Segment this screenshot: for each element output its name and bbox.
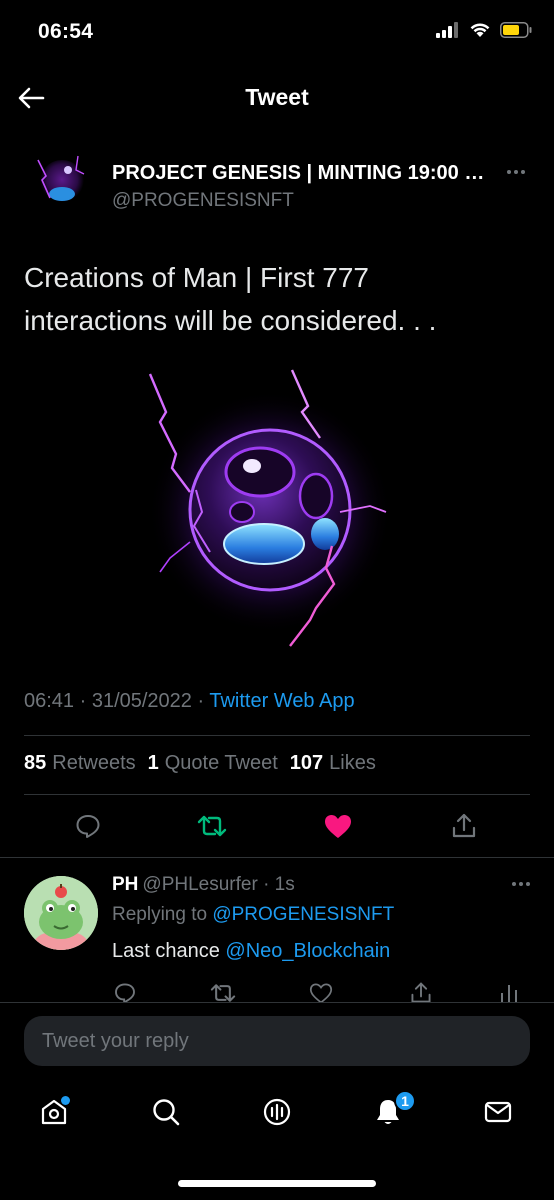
author-name[interactable]: PROJECT GENESIS | MINTING 19:00 UTC [112, 162, 496, 185]
page-title: Tweet [245, 84, 309, 110]
reply-icon [115, 983, 135, 1002]
battery-icon [500, 22, 532, 38]
reply-share-button[interactable] [408, 980, 434, 1002]
timestamp-text: 06:41 · 31/05/2022 · [24, 690, 210, 712]
reply-author-name[interactable]: PH [112, 874, 138, 895]
reply-text: Last chance @Neo_Blockchain [112, 940, 390, 963]
tweet-timestamp: 06:41 · 31/05/2022 · Twitter Web App [24, 690, 355, 713]
share-icon [411, 982, 431, 1002]
tab-notifications[interactable]: 1 [366, 1090, 416, 1134]
tweet-text: Creations of Man | First 777 interaction… [24, 256, 524, 342]
analytics-icon [501, 985, 517, 1002]
reply-author-handle[interactable]: @PHLesurfer [142, 874, 257, 895]
tweet-source-link[interactable]: Twitter Web App [209, 690, 354, 712]
quotes-count: 1 [147, 752, 159, 774]
reply-input[interactable] [24, 1016, 530, 1066]
quotes-label: Quote Tweet [164, 752, 278, 774]
reply-time: · 1s [257, 874, 295, 895]
reply-tweet[interactable]: PH @PHLesurfer · 1s Replying to @PROGENES… [0, 872, 554, 1002]
reply-avatar[interactable] [24, 876, 98, 950]
cellular-signal-icon [436, 22, 458, 38]
tab-spaces[interactable] [255, 1090, 299, 1134]
reply-retweet-button[interactable] [210, 980, 236, 1002]
retweet-icon [210, 984, 236, 1002]
likes-count: 107 [289, 752, 324, 774]
status-icons [436, 22, 532, 38]
tweet-stats: 85 Retweets 1 Quote Tweet 107 Likes [24, 752, 376, 775]
notifications-badge: 1 [394, 1090, 416, 1112]
orb-artwork-image [148, 369, 392, 647]
reply-like-button[interactable] [308, 980, 334, 1002]
reply-composer [24, 1016, 530, 1066]
tweet-text-line: interactions will be considered. . . [24, 305, 437, 336]
retweets-label: Retweets [52, 752, 136, 774]
heart-icon [325, 815, 351, 838]
wifi-icon [470, 23, 490, 37]
tweet-author: PROJECT GENESIS | MINTING 19:00 UTC @PRO… [24, 146, 534, 220]
reply-actions [112, 980, 532, 1002]
divider [24, 794, 530, 795]
spaces-icon [263, 1098, 291, 1126]
tweet-actions [24, 806, 530, 846]
search-icon [153, 1099, 180, 1126]
retweets-count: 85 [24, 752, 47, 774]
tab-home[interactable] [32, 1090, 76, 1134]
author-handle[interactable]: @PROGENESISNFT [112, 190, 294, 212]
reply-analytics-button[interactable] [496, 980, 522, 1002]
replying-to: Replying to @PROGENESISNFT [112, 904, 394, 926]
likes-label: Likes [329, 752, 376, 774]
like-button[interactable] [322, 810, 354, 842]
reply-header: PH @PHLesurfer · 1s [112, 874, 295, 896]
home-new-dot [61, 1096, 70, 1105]
reply-more-button[interactable] [512, 882, 530, 886]
orb-avatar-image [24, 146, 96, 218]
mail-icon [484, 1101, 512, 1123]
divider [0, 857, 554, 858]
share-button[interactable] [448, 810, 480, 842]
reply-button[interactable] [72, 810, 104, 842]
top-nav: Tweet [0, 70, 554, 126]
retweet-icon [197, 815, 227, 837]
tweet-media[interactable] [130, 362, 400, 662]
quotes-stat[interactable]: 1 Quote Tweet [148, 752, 278, 775]
replying-prefix: Replying to [112, 904, 213, 925]
reply-mention-link[interactable]: @Neo_Blockchain [225, 940, 390, 962]
reply-text-body: Last chance [112, 940, 226, 962]
author-avatar[interactable] [24, 146, 96, 218]
likes-stat[interactable]: 107 Likes [290, 752, 376, 775]
heart-icon [309, 983, 333, 1002]
home-indicator [178, 1180, 376, 1187]
tab-search[interactable] [144, 1090, 188, 1134]
frog-avatar-image [24, 876, 98, 950]
share-icon [452, 813, 476, 838]
divider [0, 1002, 554, 1003]
more-options-button[interactable] [502, 164, 530, 180]
tab-messages[interactable] [476, 1090, 520, 1134]
retweet-button[interactable] [196, 810, 228, 842]
more-icon [507, 170, 525, 174]
bottom-tab-bar: 1 [0, 1080, 554, 1150]
reply-icon [76, 815, 100, 838]
reply-reply-button[interactable] [112, 980, 138, 1002]
retweets-stat[interactable]: 85 Retweets [24, 752, 136, 775]
divider [24, 735, 530, 736]
status-bar: 06:54 [0, 0, 554, 66]
tweet-text-line: Creations of Man | First 777 [24, 262, 369, 293]
status-time: 06:54 [38, 20, 94, 43]
replying-to-link[interactable]: @PROGENESISNFT [212, 904, 394, 925]
